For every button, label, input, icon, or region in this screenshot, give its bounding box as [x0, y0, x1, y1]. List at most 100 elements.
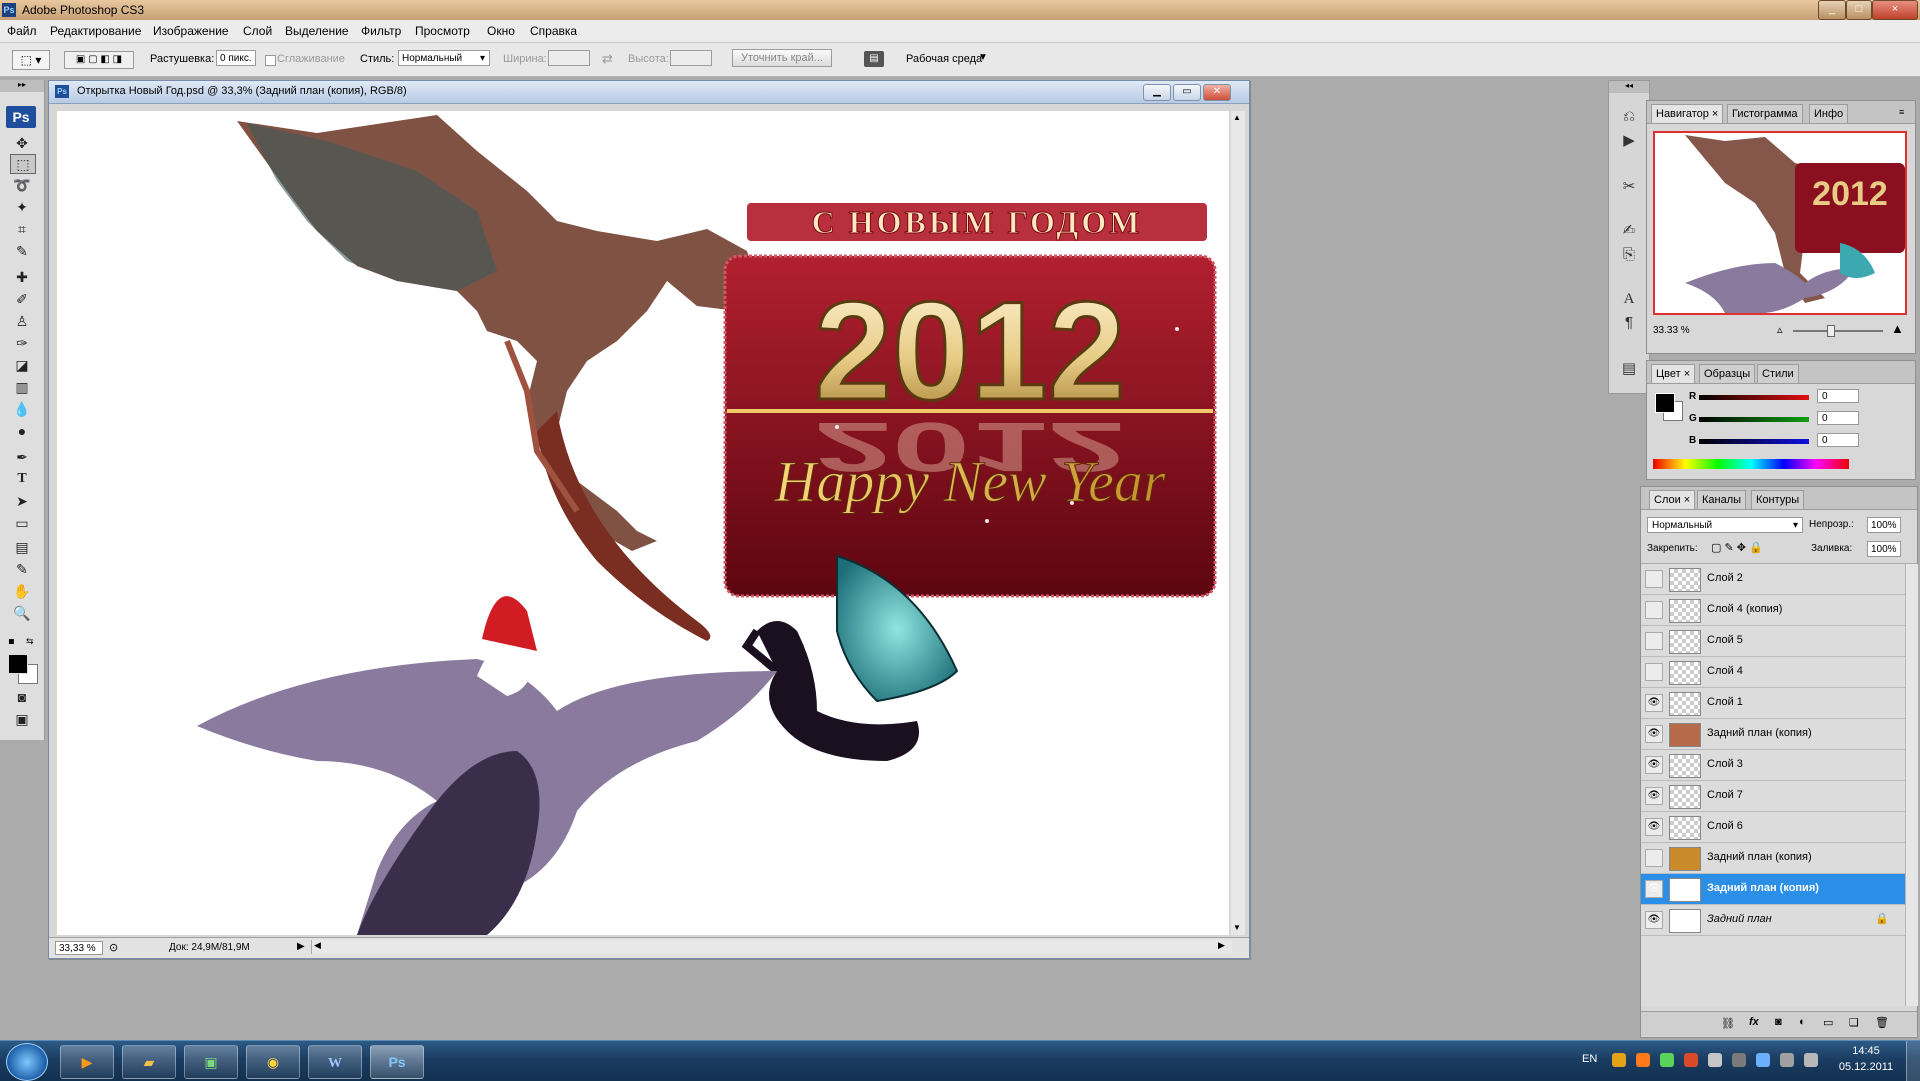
- screen-mode-icon[interactable]: ▣: [10, 710, 34, 728]
- show-desktop-button[interactable]: [1906, 1041, 1920, 1081]
- gradient-tool-icon[interactable]: ▥: [10, 378, 34, 396]
- layer-row[interactable]: Слой 2: [1641, 564, 1905, 595]
- start-orb[interactable]: [6, 1043, 48, 1081]
- shape-tool-icon[interactable]: ▭: [10, 514, 34, 532]
- maximize-button[interactable]: □: [1846, 0, 1872, 20]
- menu-select[interactable]: Выделение: [285, 24, 349, 38]
- doc-minimize-button[interactable]: ▁: [1143, 84, 1171, 101]
- foreground-color-swatch-top[interactable]: [8, 654, 28, 674]
- opacity-input[interactable]: 100%: [1867, 517, 1901, 533]
- zoom-out-icon[interactable]: ▵: [1777, 323, 1783, 336]
- status-info-icon[interactable]: ⊙: [109, 941, 118, 954]
- menu-image[interactable]: Изображение: [153, 24, 229, 38]
- menu-view[interactable]: Просмотр: [415, 24, 470, 38]
- history-brush-tool-icon[interactable]: ✑: [10, 334, 34, 352]
- channel-g-input[interactable]: 0: [1817, 411, 1859, 425]
- tab-histogram[interactable]: Гистограмма: [1727, 104, 1803, 123]
- marquee-tool-icon[interactable]: ⬚: [10, 154, 36, 174]
- character-icon[interactable]: A: [1617, 289, 1641, 309]
- workspace-menu-icon[interactable]: ▼: [978, 52, 988, 63]
- menu-edit[interactable]: Редактирование: [50, 24, 141, 38]
- status-menu-icon[interactable]: ▶: [297, 941, 305, 952]
- brushes-icon[interactable]: ✍: [1617, 221, 1641, 241]
- layer-visibility-toggle[interactable]: [1645, 849, 1663, 867]
- network-icon[interactable]: [1780, 1053, 1794, 1067]
- color-ramp[interactable]: [1653, 459, 1849, 469]
- tools-collapse-icon[interactable]: ▸▸: [0, 80, 44, 92]
- layer-row[interactable]: 👁 Слой 7: [1641, 781, 1905, 812]
- crop-tool-icon[interactable]: ⌗: [10, 220, 34, 238]
- scroll-right-icon[interactable]: ▶: [1218, 940, 1225, 951]
- eye-icon[interactable]: 👁: [1645, 911, 1663, 929]
- scroll-up-icon[interactable]: ▲: [1233, 113, 1241, 122]
- minimize-button[interactable]: _: [1818, 0, 1846, 20]
- channel-b-slider[interactable]: [1699, 439, 1809, 444]
- tray-network-app-icon[interactable]: [1660, 1053, 1674, 1067]
- scroll-left-icon[interactable]: ◀: [314, 940, 321, 951]
- layer-row-selected[interactable]: 👁 Задний план (копия): [1641, 874, 1905, 905]
- layer-comps-icon[interactable]: ▤: [1617, 359, 1641, 379]
- eye-icon[interactable]: 👁: [1645, 818, 1663, 836]
- navigator-preview[interactable]: 2012: [1653, 131, 1907, 315]
- tab-navigator[interactable]: Навигатор ×: [1651, 104, 1724, 123]
- workspace-label[interactable]: Рабочая среда: [906, 53, 982, 65]
- scroll-down-icon[interactable]: ▼: [1233, 923, 1241, 932]
- clock-time[interactable]: 14:45: [1836, 1045, 1896, 1057]
- tab-color[interactable]: Цвет ×: [1651, 364, 1696, 383]
- tab-styles[interactable]: Стили: [1757, 364, 1799, 383]
- clone-source-icon[interactable]: ⎘: [1617, 245, 1641, 265]
- close-button[interactable]: ×: [1872, 0, 1918, 20]
- blend-mode-select[interactable]: Нормальный ▾: [1647, 517, 1803, 533]
- channel-g-slider[interactable]: [1699, 417, 1809, 422]
- tray-app-icon[interactable]: [1612, 1053, 1626, 1067]
- link-layers-icon[interactable]: ⛓: [1721, 1017, 1735, 1030]
- magic-wand-tool-icon[interactable]: ✦: [10, 198, 34, 216]
- layer-visibility-toggle[interactable]: [1645, 663, 1663, 681]
- lasso-tool-icon[interactable]: ➰: [10, 176, 34, 194]
- pen-tool-icon[interactable]: ✒: [10, 448, 34, 466]
- menu-filter[interactable]: Фильтр: [361, 24, 401, 38]
- clock-date[interactable]: 05.12.2011: [1836, 1061, 1896, 1073]
- height-input[interactable]: [670, 50, 712, 66]
- selection-mode-buttons[interactable]: ▣ ▢ ◧ ◨: [64, 51, 134, 69]
- tray-device-icon[interactable]: [1732, 1053, 1746, 1067]
- tab-channels[interactable]: Каналы: [1697, 490, 1747, 509]
- zoom-in-icon[interactable]: ▲: [1891, 321, 1904, 336]
- tab-info[interactable]: Инфо: [1809, 104, 1849, 123]
- photoshop-logo[interactable]: Ps: [6, 106, 36, 128]
- hand-tool-icon[interactable]: ✋: [10, 582, 34, 600]
- quick-mask-icon[interactable]: ◙: [10, 688, 34, 706]
- menu-window[interactable]: Окно: [487, 24, 515, 38]
- eye-icon[interactable]: 👁: [1645, 880, 1663, 898]
- layers-scrollbar[interactable]: [1905, 564, 1918, 1006]
- layer-row[interactable]: 👁 Задний план (копия): [1641, 719, 1905, 750]
- layer-visibility-toggle[interactable]: [1645, 632, 1663, 650]
- healing-brush-tool-icon[interactable]: ✚: [10, 268, 34, 286]
- layer-row[interactable]: 👁 Слой 3: [1641, 750, 1905, 781]
- layer-row[interactable]: Слой 4 (копия): [1641, 595, 1905, 626]
- type-tool-icon[interactable]: T: [10, 470, 34, 488]
- history-icon[interactable]: ⎌: [1617, 107, 1641, 127]
- dock-expand-icon[interactable]: ◂◂: [1609, 81, 1649, 93]
- color-foreground-swatch[interactable]: [1655, 393, 1675, 413]
- tab-swatches[interactable]: Образцы: [1699, 364, 1756, 383]
- task-manager-taskbar[interactable]: ▣: [184, 1045, 238, 1079]
- delete-layer-icon[interactable]: 🗑: [1875, 1016, 1889, 1029]
- menu-help[interactable]: Справка: [530, 24, 577, 38]
- new-group-icon[interactable]: ▭: [1823, 1016, 1833, 1029]
- layer-row[interactable]: 👁 Слой 6: [1641, 812, 1905, 843]
- chrome-taskbar[interactable]: ◉: [246, 1045, 300, 1079]
- zoom-field[interactable]: 33,33 %: [55, 941, 103, 955]
- eyedropper2-tool-icon[interactable]: ✎: [10, 560, 34, 578]
- navigator-zoom[interactable]: 33.33 %: [1653, 325, 1690, 336]
- layer-row[interactable]: 👁 Задний план 🔒: [1641, 905, 1905, 936]
- channel-r-slider[interactable]: [1699, 395, 1809, 400]
- fill-input[interactable]: 100%: [1867, 541, 1901, 557]
- tool-preset-picker[interactable]: ⬚ ▾: [12, 50, 50, 70]
- default-colors-icon[interactable]: ◾: [8, 636, 15, 647]
- tab-layers[interactable]: Слои ×: [1649, 490, 1696, 509]
- layer-row[interactable]: Слой 4: [1641, 657, 1905, 688]
- document-title-bar[interactable]: Ps Открытка Новый Год.psd @ 33,3% (Задни…: [49, 81, 1249, 104]
- media-player-taskbar[interactable]: ▶: [60, 1045, 114, 1079]
- volume-icon[interactable]: [1804, 1053, 1818, 1067]
